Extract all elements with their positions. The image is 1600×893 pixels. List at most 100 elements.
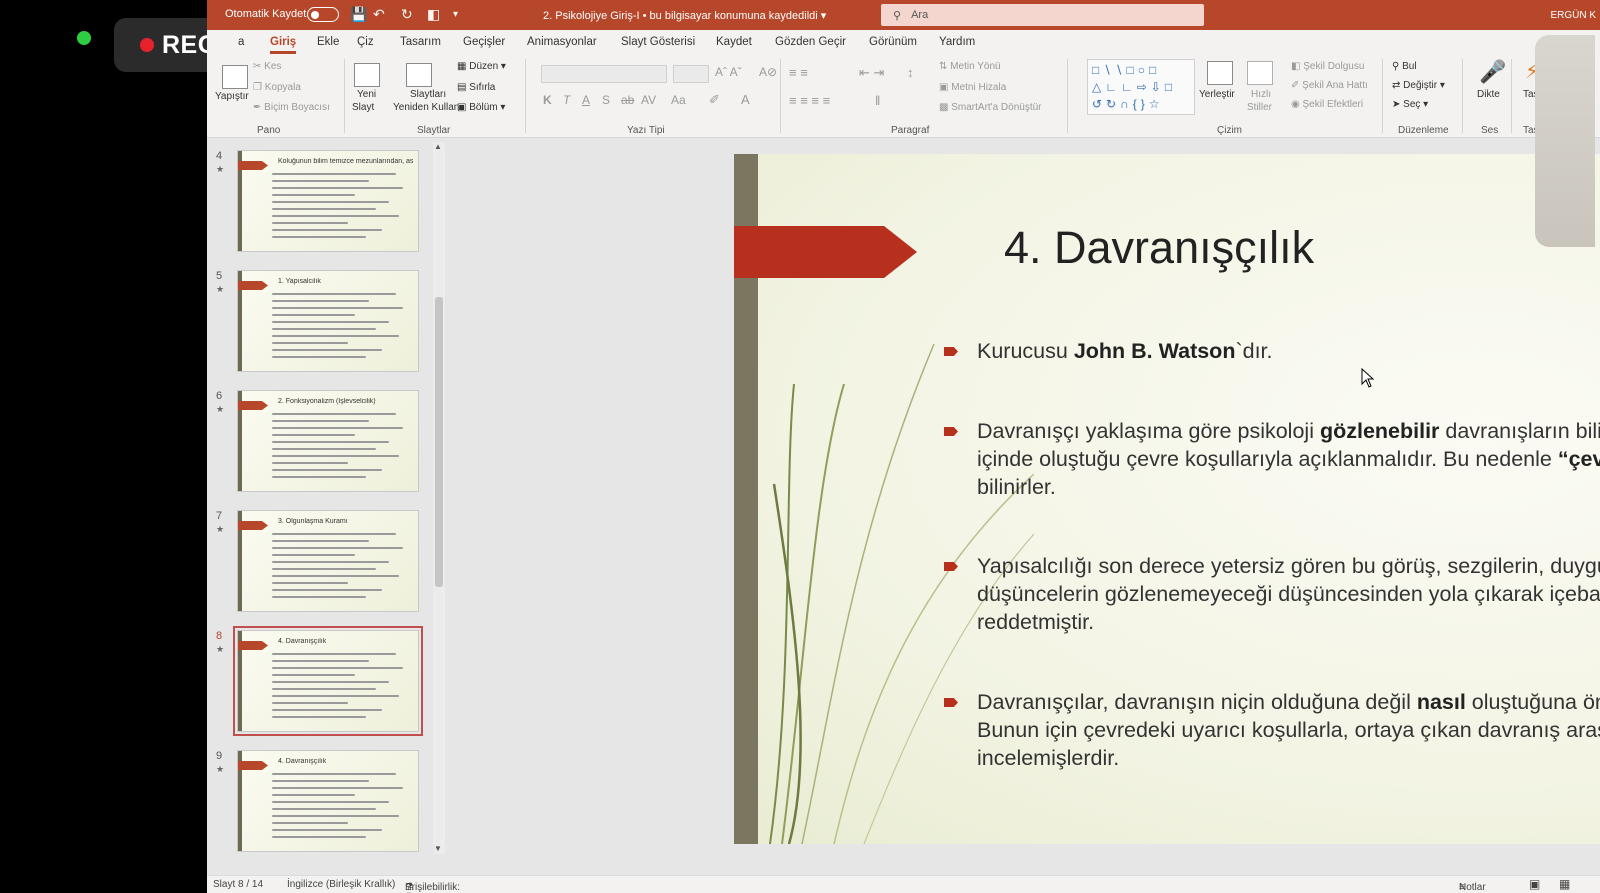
- reset-label: Sıfırla: [469, 82, 496, 93]
- underline-button[interactable]: A: [582, 93, 590, 107]
- bullet-text-run: Yapısalcılığı son derece yetersiz gören …: [977, 554, 1600, 634]
- font-size-select[interactable]: [673, 65, 709, 83]
- slide-thumbnail[interactable]: 4. Davranışçılık: [237, 750, 419, 852]
- slide-sorter-icon[interactable]: ▦: [1559, 877, 1570, 891]
- tab-slayt-gosterisi[interactable]: Slayt Gösterisi: [621, 36, 695, 48]
- slide-thumbnail[interactable]: Koluğunun bilim temizce mezunlarından, a…: [237, 150, 419, 252]
- tab-giris[interactable]: Giriş: [270, 36, 297, 54]
- smartart-button[interactable]: ▩ SmartArt'a Dönüştür: [939, 102, 1042, 113]
- language-indicator[interactable]: İngilizce (Birleşik Krallık): [287, 879, 395, 890]
- group-label-ses: Ses: [1481, 125, 1499, 136]
- character-spacing-button[interactable]: AV: [641, 93, 656, 107]
- line-spacing-icon[interactable]: ↕: [907, 65, 914, 80]
- thumbnail-text-lines: [272, 773, 410, 843]
- scroll-up-icon[interactable]: ▲: [434, 142, 442, 151]
- tab-kaydet[interactable]: Kaydet: [716, 36, 752, 48]
- tab-dosya-partial[interactable]: a: [238, 36, 244, 48]
- tab-yardim[interactable]: Yardım: [939, 36, 975, 48]
- autosave-toggle[interactable]: [307, 7, 339, 22]
- slide-thumbnail[interactable]: 1. Yapısalcılık: [237, 270, 419, 372]
- shape-fill-button[interactable]: ◧ Şekil Dolgusu: [1291, 61, 1364, 72]
- select-button[interactable]: ➤ Seç ▾: [1392, 99, 1428, 110]
- replace-button[interactable]: ⇄ Değiştir ▾: [1392, 80, 1445, 91]
- normal-view-icon[interactable]: ▣: [1529, 877, 1540, 891]
- quick-styles-icon[interactable]: [1247, 61, 1273, 85]
- bullet-text-4[interactable]: Davranışçılar, davranışın niçin olduğuna…: [977, 688, 1600, 772]
- status-bar: Slayt 8 / 14 İngilizce (Birleşik Krallık…: [207, 875, 1600, 893]
- tab-ciz[interactable]: Çiz: [357, 36, 374, 48]
- section-button[interactable]: ▣ Bölüm ▾: [457, 102, 505, 113]
- new-slide-label-2[interactable]: Slayt: [352, 102, 374, 113]
- slide-title[interactable]: 4. Davranışçılık: [1004, 222, 1314, 274]
- user-name[interactable]: ERGÜN K: [1550, 10, 1596, 21]
- slide-thumbnail[interactable]: 4. Davranışçılık: [233, 626, 423, 736]
- tab-gorunum[interactable]: Görünüm: [869, 36, 917, 48]
- reset-button[interactable]: ▤ Sıfırla: [457, 82, 495, 93]
- record-icon: [140, 38, 154, 52]
- tab-tasarim[interactable]: Tasarım: [400, 36, 441, 48]
- slide-thumbnail[interactable]: 3. Olgunlaşma Kuramı: [237, 510, 419, 612]
- copy-button[interactable]: ❐ Kopyala: [253, 82, 301, 93]
- undo-icon[interactable]: ↶: [373, 6, 385, 23]
- cut-button[interactable]: ✂ Kes: [253, 61, 281, 72]
- format-painter-button[interactable]: ✒ Biçim Boyacısı: [253, 102, 330, 113]
- shadow-button[interactable]: S: [602, 93, 610, 107]
- scroll-down-icon[interactable]: ▼: [434, 844, 442, 853]
- dictate-button[interactable]: Dikte: [1477, 89, 1500, 100]
- customize-qat-icon[interactable]: ▾: [453, 9, 458, 20]
- strikethrough-button[interactable]: ab: [621, 93, 634, 107]
- start-slideshow-icon[interactable]: ◧: [427, 6, 440, 23]
- align-icons[interactable]: ≡ ≡ ≡ ≡: [789, 93, 830, 108]
- italic-button[interactable]: T: [563, 93, 570, 107]
- save-icon[interactable]: 💾: [350, 6, 367, 23]
- scrollbar-thumb[interactable]: [435, 297, 443, 587]
- reuse-slides-label-2[interactable]: Yeniden Kullan: [393, 102, 459, 113]
- layout-button[interactable]: ▦ Düzen ▾: [457, 61, 506, 72]
- bullet-text-2[interactable]: Davranışçı yaklaşıma göre psikoloji gözl…: [977, 417, 1600, 501]
- search-box[interactable]: ⚲ Ara: [881, 4, 1204, 26]
- bullet-text-3[interactable]: Yapısalcılığı son derece yetersiz gören …: [977, 552, 1600, 636]
- indent-icon[interactable]: ⇤ ⇥: [859, 65, 884, 81]
- tab-animasyonlar[interactable]: Animasyonlar: [527, 36, 597, 48]
- change-case-button[interactable]: Aa: [671, 93, 686, 107]
- quick-styles-label-2[interactable]: Stiller: [1247, 102, 1272, 113]
- arrange-icon[interactable]: [1207, 61, 1233, 85]
- slide-counter[interactable]: Slayt 8 / 14: [213, 879, 263, 890]
- text-direction-button[interactable]: ⇅ Metin Yönü: [939, 61, 1001, 72]
- shapes-gallery[interactable]: □∖∖□○□ △∟∟⇨⇩□ ↺↻∩{}☆: [1087, 59, 1195, 115]
- highlight-icon[interactable]: ✐: [709, 92, 720, 108]
- align-text-button[interactable]: ▣ Metni Hizala: [939, 82, 1006, 93]
- search-placeholder: Ara: [911, 9, 929, 21]
- slide-thumbnail[interactable]: 2. Fonksiyonalizm (İşlevselcilik): [237, 390, 419, 492]
- tab-ekle[interactable]: Ekle: [317, 36, 339, 48]
- find-button[interactable]: ⚲ Bul: [1392, 61, 1417, 72]
- group-label-cizim: Çizim: [1217, 125, 1242, 136]
- new-slide-icon[interactable]: [354, 63, 380, 87]
- document-title[interactable]: 2. Psikolojiye Giriş-I • bu bilgisayar k…: [543, 9, 826, 22]
- arrange-button[interactable]: Yerleştir: [1199, 89, 1235, 100]
- clear-formatting-icon[interactable]: A⊘: [759, 65, 777, 79]
- bold-button[interactable]: K: [543, 93, 552, 107]
- bullet-text-1[interactable]: Kurucusu John B. Watson`dır.: [977, 337, 1600, 365]
- microphone-icon[interactable]: 🎤: [1479, 59, 1506, 85]
- thumbnail-text-lines: [272, 293, 410, 363]
- columns-icon[interactable]: ‖: [875, 93, 880, 108]
- font-family-select[interactable]: [541, 65, 667, 83]
- font-color-icon[interactable]: A: [741, 92, 750, 107]
- paste-icon[interactable]: [222, 65, 248, 89]
- reuse-slides-label-1[interactable]: Slaytları: [410, 89, 446, 100]
- align-text-icon: ▣: [939, 82, 952, 93]
- grow-font-icon[interactable]: Aˆ Aˇ: [715, 65, 742, 79]
- reuse-slides-icon[interactable]: [406, 63, 432, 87]
- new-slide-label-1[interactable]: Yeni: [357, 89, 376, 100]
- tab-gozden-gecir[interactable]: Gözden Geçir: [775, 36, 846, 48]
- shape-effects-button[interactable]: ◉ Şekil Efektleri: [1291, 99, 1363, 110]
- tab-gecisler[interactable]: Geçişler: [463, 36, 505, 48]
- quick-styles-label-1[interactable]: Hızlı: [1251, 89, 1271, 100]
- bullets-icon[interactable]: ≡ ≡: [789, 65, 808, 80]
- thumbnail-scrollbar[interactable]: ▲ ▼: [433, 142, 445, 854]
- current-slide[interactable]: 4. Davranışçılık Kurucusu John B. Watson…: [734, 154, 1600, 844]
- redo-icon[interactable]: ↻: [401, 6, 413, 23]
- shape-outline-button[interactable]: ✐ Şekil Ana Hattı: [1291, 80, 1368, 91]
- paste-button[interactable]: Yapıştır: [215, 91, 249, 102]
